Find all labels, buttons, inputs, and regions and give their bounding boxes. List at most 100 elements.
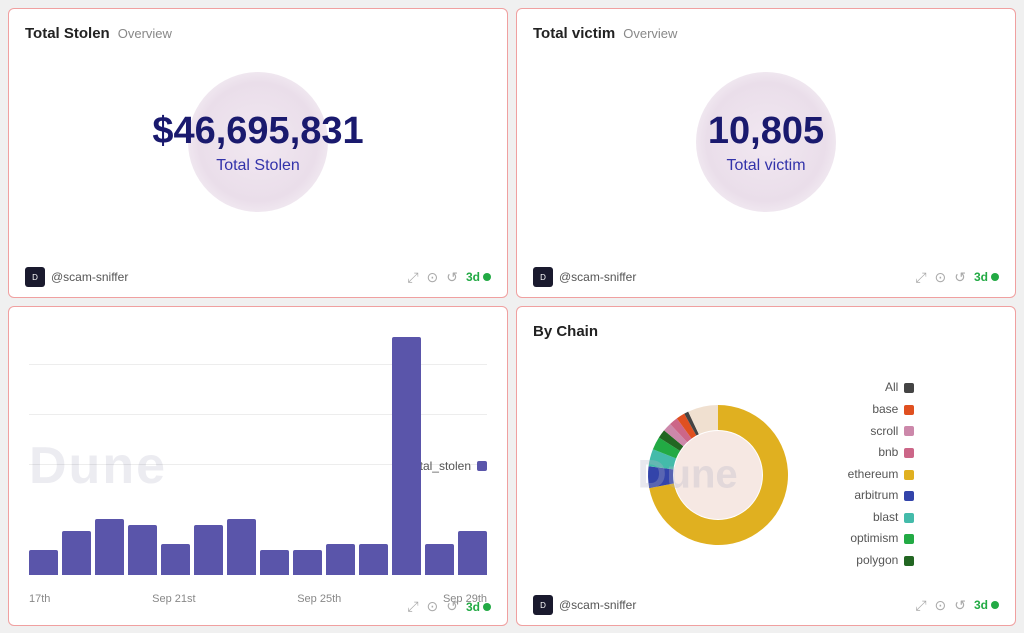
bar-9	[326, 544, 355, 575]
legend-item-All: All	[848, 377, 915, 399]
stolen-brand: D @scam-sniffer	[25, 267, 128, 287]
bar-camera-icon[interactable]: ⊙	[427, 598, 439, 615]
legend-item-ethereum: ethereum	[848, 464, 915, 486]
donut-share-icon[interactable]: ⤢	[915, 597, 926, 614]
bar-0	[29, 550, 58, 575]
bar-share-icon[interactable]: ⤢	[407, 598, 418, 615]
legend-dot-blast	[904, 513, 914, 523]
stolen-subtitle: Overview	[118, 26, 172, 41]
stolen-metric-area: $46,695,831 Total Stolen	[25, 42, 491, 242]
stolen-refresh-icon[interactable]: ↺	[446, 269, 458, 286]
legend-label: arbitrum	[854, 485, 898, 507]
donut-brand-icon: D	[533, 595, 553, 615]
victim-refresh-icon[interactable]: ↺	[954, 269, 966, 286]
donut-legend: Allbasescrollbnbethereumarbitrumblastopt…	[848, 377, 915, 571]
victim-subtitle: Overview	[623, 26, 677, 41]
card-victim-header: Total victim Overview	[533, 25, 999, 42]
donut-refresh-icon[interactable]: ↺	[954, 597, 966, 614]
dashboard: Total Stolen Overview $46,695,831 Total …	[0, 0, 1024, 633]
legend-label: All	[885, 377, 898, 399]
stolen-title: Total Stolen	[25, 25, 110, 42]
legend-item-arbitrum: arbitrum	[848, 485, 915, 507]
donut-area: Dune Allbasescrollbnbethereumarbitrumbla…	[533, 340, 999, 609]
victim-footer: D @scam-sniffer ⤢ ⊙ ↺ 3d	[533, 267, 999, 287]
bar-7	[260, 550, 289, 575]
stolen-brand-text: @scam-sniffer	[51, 270, 128, 284]
donut-container: Dune	[618, 375, 818, 575]
bar-1	[62, 531, 91, 575]
legend-dot-All	[904, 383, 914, 393]
bar-8	[293, 550, 322, 575]
donut-footer: D @scam-sniffer ⤢ ⊙ ↺ 3d	[533, 595, 999, 615]
donut-camera-icon[interactable]: ⊙	[935, 597, 947, 614]
legend-dot-base	[904, 405, 914, 415]
victim-brand-icon: D	[533, 267, 553, 287]
stolen-badge-dot	[483, 273, 491, 281]
legend-item-blast: blast	[848, 507, 915, 529]
bar-4	[161, 544, 190, 575]
bar-3	[128, 525, 157, 575]
victim-camera-icon[interactable]: ⊙	[935, 269, 947, 286]
donut-footer-actions: ⤢ ⊙ ↺ 3d	[915, 597, 999, 614]
card-total-victim: Total victim Overview 10,805 Total victi…	[516, 8, 1016, 298]
donut-badge: 3d	[974, 598, 999, 612]
legend-label: ethereum	[848, 464, 899, 486]
victim-brand: D @scam-sniffer	[533, 267, 636, 287]
stolen-footer-actions: ⤢ ⊙ ↺ 3d	[407, 269, 491, 286]
legend-label: base	[872, 399, 898, 421]
card-donut-chart: By Chain Dune Allbasescrollbnbethereumar…	[516, 306, 1016, 626]
legend-label: polygon	[856, 550, 898, 572]
victim-share-icon[interactable]: ⤢	[915, 269, 926, 286]
donut-title: By Chain	[533, 323, 598, 340]
victim-badge: 3d	[974, 270, 999, 284]
legend-dot-bnb	[904, 448, 914, 458]
card-bar-chart: Dune 17th Sep 21st Sep 25th Sep 29th tot…	[8, 306, 508, 626]
bar-footer-actions: ⤢ ⊙ ↺ 3d	[407, 598, 491, 615]
victim-label: Total victim	[726, 157, 805, 175]
legend-label: bnb	[878, 442, 898, 464]
bar-2	[95, 519, 124, 575]
stolen-badge: 3d	[466, 270, 491, 284]
stolen-camera-icon[interactable]: ⊙	[427, 269, 439, 286]
stolen-share-icon[interactable]: ⤢	[407, 269, 418, 286]
legend-item-scroll: scroll	[848, 421, 915, 443]
victim-brand-text: @scam-sniffer	[559, 270, 636, 284]
card-total-stolen: Total Stolen Overview $46,695,831 Total …	[8, 8, 508, 298]
donut-header: By Chain	[533, 323, 999, 340]
legend-label: optimism	[850, 528, 898, 550]
victim-title: Total victim	[533, 25, 615, 42]
bar-13	[458, 531, 487, 575]
victim-value: 10,805	[708, 110, 824, 153]
stolen-brand-icon: D	[25, 267, 45, 287]
legend-label: blast	[873, 507, 898, 529]
donut-brand-text: @scam-sniffer	[559, 598, 636, 612]
donut-svg	[618, 375, 818, 575]
stolen-footer: D @scam-sniffer ⤢ ⊙ ↺ 3d	[25, 267, 491, 287]
victim-metric-area: 10,805 Total victim	[533, 42, 999, 242]
stolen-value: $46,695,831	[152, 110, 363, 153]
bar-5	[194, 525, 223, 575]
bar-6	[227, 519, 256, 575]
legend-dot-ethereum	[904, 470, 914, 480]
bar-footer: ⤢ ⊙ ↺ 3d	[25, 598, 491, 615]
legend-item-optimism: optimism	[848, 528, 915, 550]
legend-label: scroll	[870, 421, 898, 443]
bar-chart-area	[29, 337, 487, 575]
victim-footer-actions: ⤢ ⊙ ↺ 3d	[915, 269, 999, 286]
legend-dot-scroll	[904, 426, 914, 436]
card-stolen-header: Total Stolen Overview	[25, 25, 491, 42]
bar-10	[359, 544, 388, 575]
legend-dot-arbitrum	[904, 491, 914, 501]
legend-item-polygon: polygon	[848, 550, 915, 572]
bar-badge-dot	[483, 603, 491, 611]
legend-item-base: base	[848, 399, 915, 421]
bar-12	[425, 544, 454, 575]
stolen-label: Total Stolen	[216, 157, 300, 175]
bar-11	[392, 337, 421, 575]
legend-dot-polygon	[904, 556, 914, 566]
donut-badge-dot	[991, 601, 999, 609]
bar-badge: 3d	[466, 600, 491, 614]
donut-brand: D @scam-sniffer	[533, 595, 636, 615]
bar-refresh-icon[interactable]: ↺	[446, 598, 458, 615]
legend-dot-optimism	[904, 534, 914, 544]
